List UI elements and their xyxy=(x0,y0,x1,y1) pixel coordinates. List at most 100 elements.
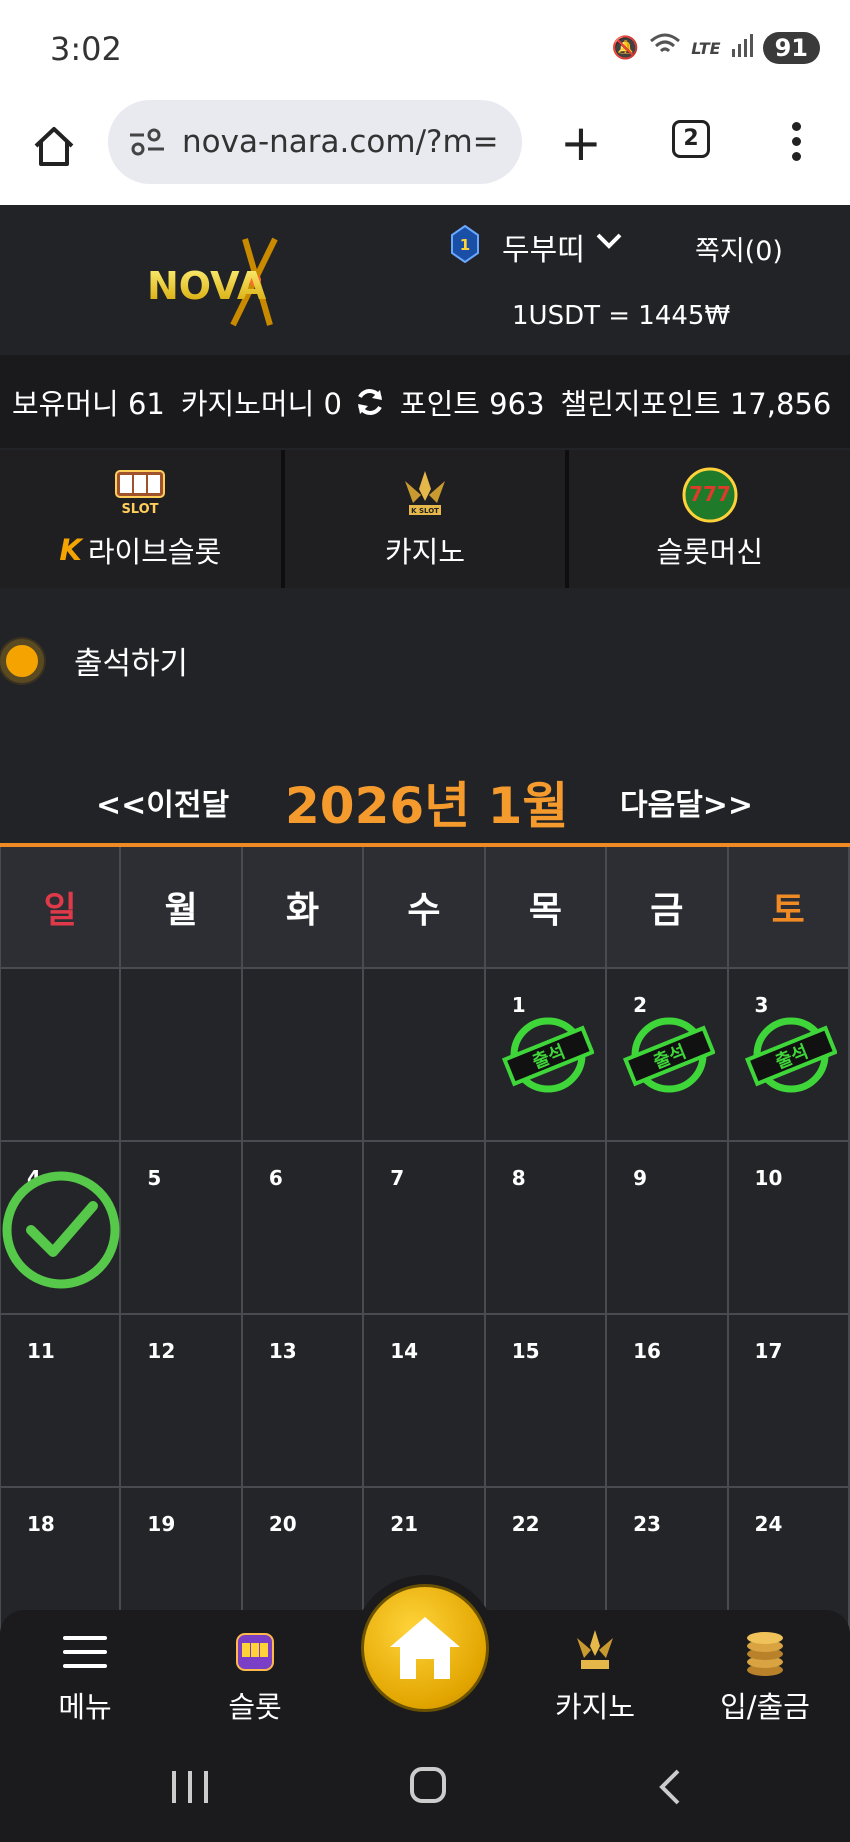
svg-text:777: 777 xyxy=(689,482,731,506)
tab-switcher-button[interactable]: 2 xyxy=(672,120,710,158)
weekday-tue: 화 xyxy=(242,847,365,969)
status-bar: 3:02 🔕 LTE 91 xyxy=(0,0,850,100)
chevron-down-icon[interactable] xyxy=(595,231,623,251)
calendar-day-cell[interactable]: 9 xyxy=(607,1142,729,1315)
calendar-day-cell[interactable]: 15 xyxy=(485,1315,608,1488)
back-icon[interactable] xyxy=(652,1767,688,1807)
attendance-section-title: 출석하기 xyxy=(0,638,188,683)
challenge-points-balance: 챌린지포인트 17,856 xyxy=(560,386,832,421)
live-slot-icon: SLOT xyxy=(115,470,166,517)
casino-money-balance: 카지노머니 0 xyxy=(180,386,342,421)
day-number: 19 xyxy=(147,1512,176,1536)
category-label: 라이브슬롯 xyxy=(87,535,222,569)
recent-apps-icon[interactable] xyxy=(172,1771,208,1803)
calendar-day-cell[interactable]: 2 출석 xyxy=(607,969,729,1142)
weekday-mon: 월 xyxy=(121,847,243,969)
calendar-day-cell[interactable]: 12 xyxy=(121,1315,243,1488)
day-number: 10 xyxy=(754,1166,783,1190)
calendar-day-cell[interactable]: 7 xyxy=(364,1142,486,1315)
category-slot-machine[interactable]: 777 슬롯머신 xyxy=(569,450,850,588)
more-menu-icon[interactable] xyxy=(786,118,806,168)
address-bar[interactable]: nova-nara.com/?m= xyxy=(108,100,522,184)
svg-text:NOVA: NOVA xyxy=(147,264,267,308)
refresh-icon[interactable] xyxy=(354,386,386,418)
calendar-day-cell[interactable]: 14 xyxy=(364,1315,486,1488)
calendar-day-cell[interactable]: 4 xyxy=(0,1142,122,1315)
day-number: 7 xyxy=(390,1166,405,1190)
day-number: 20 xyxy=(268,1512,297,1536)
browser-toolbar: nova-nara.com/?m= + 2 xyxy=(0,100,850,205)
calendar-day-cell[interactable]: 11 xyxy=(0,1315,122,1488)
day-number: 15 xyxy=(511,1339,540,1363)
category-nav: SLOT K 라이브슬롯 K SLOT 카지노 777 슬롯머신 xyxy=(0,450,850,588)
category-label: 슬롯머신 xyxy=(656,535,764,569)
day-number: 16 xyxy=(633,1339,661,1363)
attendance-title: 출석하기 xyxy=(74,646,189,682)
day-number: 18 xyxy=(27,1512,55,1536)
day-number: 11 xyxy=(27,1339,55,1363)
weekday-thu: 목 xyxy=(485,847,608,969)
calendar-empty-cell xyxy=(0,969,122,1142)
calendar-day-cell[interactable]: 1 출석 xyxy=(485,969,608,1142)
coins-icon xyxy=(747,1632,783,1676)
day-number: 6 xyxy=(268,1166,283,1190)
new-tab-button[interactable]: + xyxy=(560,118,602,168)
battery-indicator: 91 xyxy=(762,32,820,64)
category-label: 카지노 xyxy=(384,535,466,569)
prev-month-link[interactable]: <<이전달 xyxy=(96,780,229,824)
username-dropdown[interactable]: 두부띠 xyxy=(502,225,585,269)
weekday-sat: 토 xyxy=(728,847,850,969)
money-balance: 보유머니 61 xyxy=(12,386,165,421)
attendance-calendar: 일 월 화 수 목 금 토 1 출석 2 출석 3 출석 4 5 6 7 8 9 10 11 12 13 14 1… xyxy=(0,843,850,1661)
nav-menu[interactable]: 메뉴 xyxy=(25,1626,145,1726)
day-number: 13 xyxy=(268,1339,297,1363)
777-slots-icon: 777 xyxy=(682,467,738,523)
day-number: 17 xyxy=(754,1339,783,1363)
site-header: NOVA 1 두부띠 쪽지(0) 1USDT = 1445₩ xyxy=(0,205,850,355)
attendance-stamp-icon: 출석 xyxy=(623,1017,716,1093)
home-button[interactable] xyxy=(352,1575,498,1721)
calendar-day-cell[interactable]: 17 xyxy=(728,1315,850,1488)
calendar-day-cell[interactable]: 6 xyxy=(242,1142,365,1315)
svg-text:1: 1 xyxy=(460,236,470,254)
category-live-slot[interactable]: SLOT K 라이브슬롯 xyxy=(0,450,285,588)
calendar-day-cell[interactable]: 13 xyxy=(242,1315,365,1488)
nav-casino[interactable]: 카지노 xyxy=(535,1626,655,1726)
weekday-sun: 일 xyxy=(0,847,122,969)
check-circle-icon xyxy=(2,1171,120,1289)
current-month: 2026년 1월 xyxy=(285,777,569,835)
day-number: 12 xyxy=(147,1339,176,1363)
calendar-day-cell[interactable]: 3 출석 xyxy=(728,969,850,1142)
calendar-empty-cell xyxy=(121,969,243,1142)
nav-label: 입/출금 xyxy=(720,1690,810,1724)
nav-deposit-withdraw[interactable]: 입/출금 xyxy=(705,1626,825,1726)
nav-slot[interactable]: 슬롯 xyxy=(195,1626,315,1726)
browser-home-icon[interactable] xyxy=(30,122,78,170)
calendar-week-row: 4 5 6 7 8 9 10 xyxy=(0,1142,850,1315)
calendar-day-cell[interactable]: 8 xyxy=(485,1142,608,1315)
system-home-icon[interactable] xyxy=(410,1767,446,1803)
messages-link[interactable]: 쪽지(0) xyxy=(695,229,783,268)
calendar-day-cell[interactable]: 16 xyxy=(607,1315,729,1488)
k-brand-icon: K xyxy=(59,533,82,567)
weekday-wed: 수 xyxy=(364,847,486,969)
svg-text:SLOT: SLOT xyxy=(122,502,159,517)
calendar-day-cell[interactable]: 10 xyxy=(728,1142,850,1315)
calendar-day-cell[interactable]: 5 xyxy=(121,1142,243,1315)
day-number: 14 xyxy=(390,1339,419,1363)
calendar-body: 1 출석 2 출석 3 출석 4 5 6 7 8 9 10 11 12 13 14 15 16 17 18 19 20 21 2… xyxy=(0,969,850,1661)
category-casino[interactable]: K SLOT 카지노 xyxy=(284,450,570,588)
level-badge-icon: 1 xyxy=(451,225,479,263)
day-number: 5 xyxy=(147,1166,162,1190)
status-time: 3:02 xyxy=(50,30,122,68)
nova-logo[interactable]: NOVA xyxy=(145,235,320,330)
mute-icon: 🔕 xyxy=(611,35,640,61)
next-month-link[interactable]: 다음달>> xyxy=(620,780,753,824)
month-navigation: <<이전달 2026년 1월 다음달>> xyxy=(0,758,850,838)
site-settings-icon[interactable] xyxy=(128,127,168,157)
wifi-icon xyxy=(649,33,681,63)
day-number: 23 xyxy=(633,1512,661,1536)
calendar-week-row: 11 12 13 14 15 16 17 xyxy=(0,1315,850,1488)
day-number: 24 xyxy=(754,1512,783,1536)
hamburger-menu-icon xyxy=(63,1636,107,1668)
